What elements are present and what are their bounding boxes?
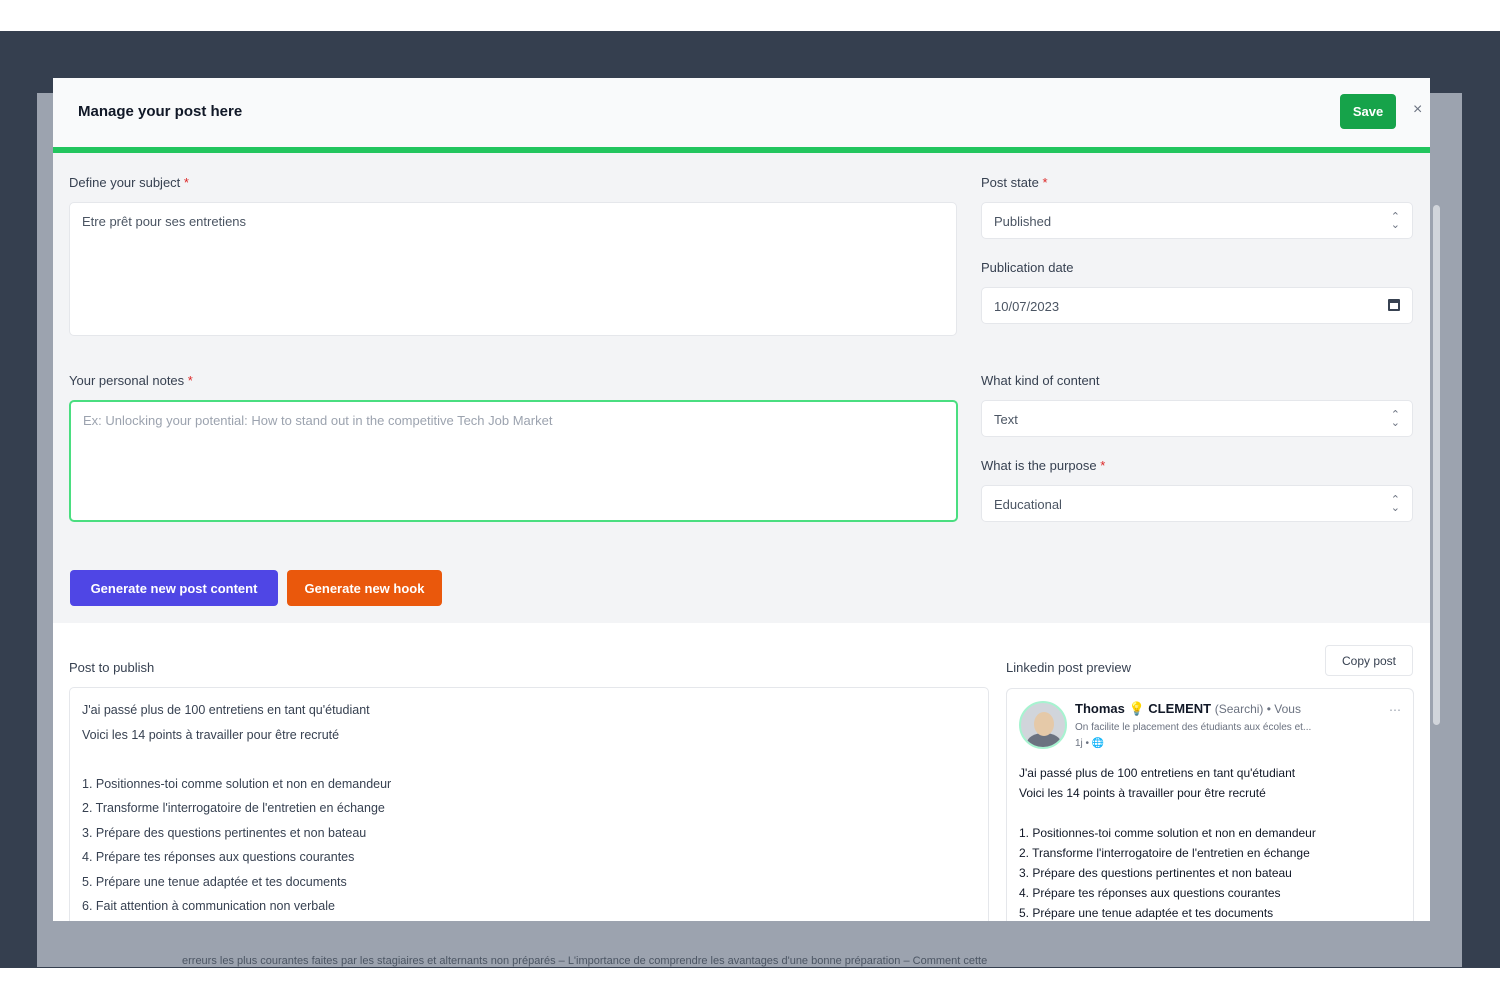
post-line: 2. Transforme l'interrogatoire de l'entr… <box>82 801 385 815</box>
post-line: 1. Positionnes-toi comme solution et non… <box>82 776 392 791</box>
author-tagline: On facilite le placement des étudiants a… <box>1075 722 1312 733</box>
backdrop-text: erreurs les plus courantes faites par le… <box>182 955 988 967</box>
preview-line: J'ai passé plus de 100 entretiens en tan… <box>1019 766 1296 780</box>
select-arrows-icon: ⌃ ⌄ <box>1390 494 1400 514</box>
publication-date-label: Publication date <box>981 260 1074 275</box>
post-line: J'ai passé plus de 100 entretiens en tan… <box>82 703 370 717</box>
post-line: 3. Prépare des questions pertinentes et … <box>82 825 367 840</box>
content-kind-select[interactable]: Text ⌃ ⌄ <box>981 400 1413 437</box>
generate-content-button[interactable]: Generate new post content <box>70 570 278 606</box>
calendar-icon[interactable] <box>1388 299 1400 311</box>
purpose-label: What is the purpose * <box>981 458 1106 473</box>
progress-bar <box>53 147 1430 153</box>
author-name: Thomas 💡 CLEMENT (Searchi) • Vous <box>1075 701 1301 716</box>
select-arrows-icon: ⌃ ⌄ <box>1390 409 1400 429</box>
modal-header: Manage your post here Save × <box>53 78 1430 148</box>
copy-post-button[interactable]: Copy post <box>1325 645 1413 676</box>
purpose-select[interactable]: Educational ⌃ ⌄ <box>981 485 1413 522</box>
generate-hook-button[interactable]: Generate new hook <box>287 570 442 606</box>
post-line: 5. Prépare une tenue adaptée et tes docu… <box>82 874 347 889</box>
post-state-select[interactable]: Published ⌃ ⌄ <box>981 202 1413 239</box>
preview-line: 3. Prépare des questions pertinentes et … <box>1019 866 1292 880</box>
notes-placeholder: Ex: Unlocking your potential: How to sta… <box>83 413 553 428</box>
content-kind-value: Text <box>994 412 1018 427</box>
preview-line: 2. Transforme l'interrogatoire de l'entr… <box>1019 846 1310 860</box>
modal-scrollbar[interactable] <box>1433 205 1440 725</box>
preview-line: 5. Prépare une tenue adaptée et tes docu… <box>1019 906 1274 920</box>
linkedin-preview-card: Thomas 💡 CLEMENT (Searchi) • Vous On fac… <box>1006 688 1414 921</box>
post-state-label: Post state * <box>981 175 1048 190</box>
publication-date-value: 10/07/2023 <box>994 299 1060 314</box>
manage-post-modal: Manage your post here Save × Define your… <box>53 78 1430 921</box>
subject-label: Define your subject * <box>69 175 189 190</box>
post-line: Voici les 14 points à travailler pour êt… <box>82 727 340 742</box>
save-button[interactable]: Save <box>1340 94 1396 129</box>
preview-line: 4. Prépare tes réponses aux questions co… <box>1019 886 1281 900</box>
preview-line: 1. Positionnes-toi comme solution et non… <box>1019 826 1316 840</box>
post-time: 1j • 🌐 <box>1075 738 1105 749</box>
preview-line: Voici les 14 points à travailler pour êt… <box>1019 786 1266 800</box>
notes-label: Your personal notes * <box>69 373 193 388</box>
content-kind-label: What kind of content <box>981 373 1100 388</box>
avatar <box>1019 701 1067 749</box>
preview-label: Linkedin post preview <box>1006 660 1132 675</box>
more-icon[interactable]: ⋯ <box>1389 703 1401 717</box>
post-state-value: Published <box>994 214 1052 229</box>
post-textarea[interactable]: J'ai passé plus de 100 entretiens en tan… <box>69 687 989 921</box>
modal-title: Manage your post here <box>78 103 243 120</box>
notes-textarea[interactable]: Ex: Unlocking your potential: How to sta… <box>69 400 958 522</box>
close-icon[interactable]: × <box>1413 101 1422 119</box>
post-line: 4. Prépare tes réponses aux questions co… <box>82 850 355 864</box>
post-line: 6. Fait attention à communication non ve… <box>82 899 335 913</box>
preview-line <box>1019 803 1403 823</box>
post-line <box>82 747 976 772</box>
post-section: Post to publish J'ai passé plus de 100 e… <box>53 623 1430 921</box>
preview-body: J'ai passé plus de 100 entretiens en tan… <box>1019 763 1403 921</box>
publication-date-input[interactable]: 10/07/2023 <box>981 287 1413 324</box>
purpose-value: Educational <box>994 497 1062 512</box>
select-arrows-icon: ⌃ ⌄ <box>1390 211 1400 231</box>
subject-textarea[interactable]: Etre prêt pour ses entretiens <box>69 202 957 336</box>
post-label: Post to publish <box>69 660 155 675</box>
